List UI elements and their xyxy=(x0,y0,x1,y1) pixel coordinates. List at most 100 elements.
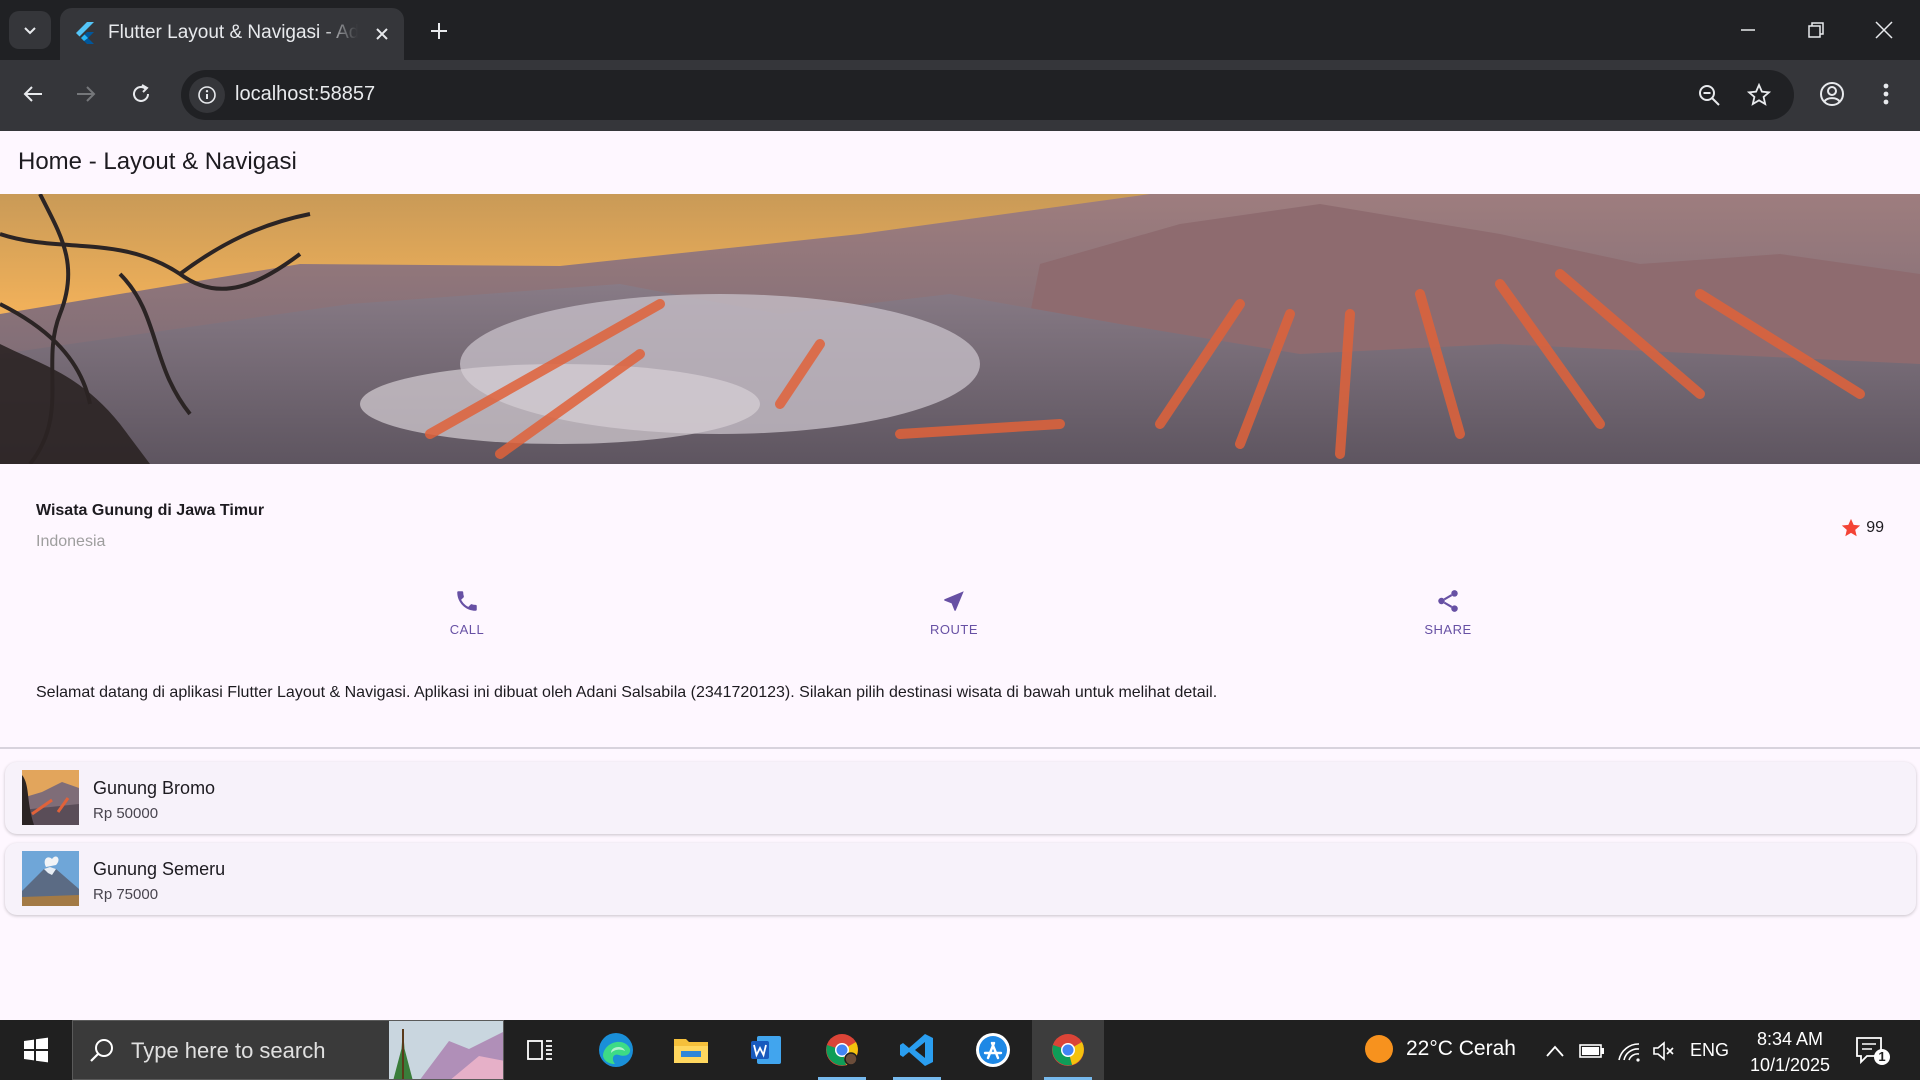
app-bar: Home - Layout & Navigasi xyxy=(0,131,1920,195)
edge-browser-icon xyxy=(599,1033,633,1067)
flutter-logo-icon xyxy=(76,22,94,44)
mountain-thumbnail-image xyxy=(22,770,79,825)
weather-widget[interactable]: 22°C Cerah xyxy=(1364,1034,1516,1064)
rating-count: 99 xyxy=(1866,519,1884,536)
place-title: Wisata Gunung di Jawa Timur xyxy=(36,502,265,519)
folder-icon xyxy=(674,1039,708,1063)
restore-icon xyxy=(1808,22,1824,38)
chevron-down-icon xyxy=(24,27,36,35)
network-button[interactable] xyxy=(1616,1038,1642,1064)
notifications-button[interactable]: 1 xyxy=(1855,1036,1891,1066)
divider xyxy=(0,747,1920,749)
call-button[interactable]: CALL xyxy=(407,588,527,648)
route-label: ROUTE xyxy=(930,622,978,637)
minimize-button[interactable] xyxy=(1721,8,1775,52)
file-explorer-app[interactable] xyxy=(655,1020,727,1080)
volume-button[interactable] xyxy=(1651,1038,1677,1064)
edge-app[interactable] xyxy=(580,1020,652,1080)
show-hidden-icons-button[interactable] xyxy=(1542,1038,1568,1064)
volume-muted-icon xyxy=(1653,1041,1674,1061)
more-vertical-icon xyxy=(1883,83,1889,105)
list-item[interactable]: Gunung Semeru Rp 75000 xyxy=(5,843,1916,915)
list-item[interactable]: Gunung Bromo Rp 50000 xyxy=(5,762,1916,834)
share-icon xyxy=(1438,590,1458,612)
search-icon xyxy=(90,1039,113,1062)
sun-icon xyxy=(1365,1035,1393,1063)
browser-tab[interactable]: Flutter Layout & Navigasi - Adani Salsab… xyxy=(60,8,404,60)
browser-toolbar: localhost:58857 xyxy=(0,60,1920,131)
reload-icon xyxy=(133,84,149,102)
app-store-icon xyxy=(976,1033,1010,1067)
bromo-thumbnail xyxy=(22,770,79,825)
menu-button[interactable] xyxy=(1866,74,1906,114)
battery-icon xyxy=(1579,1044,1604,1058)
search-highlight-image xyxy=(389,1021,503,1079)
weather-text: 22°C Cerah xyxy=(1406,1037,1516,1060)
window-close-button[interactable] xyxy=(1857,8,1911,52)
chrome-profile-app[interactable] xyxy=(806,1020,878,1080)
windows-logo-icon xyxy=(24,1037,48,1063)
chrome-icon xyxy=(826,1034,858,1066)
browser-tabstrip: Flutter Layout & Navigasi - Adani Salsab… xyxy=(0,0,1920,60)
close-icon xyxy=(1875,21,1893,39)
zoom-out-icon xyxy=(1699,85,1720,106)
windows-taskbar: Type here to search 22°C Cerah ENG 8:34 … xyxy=(0,1020,1920,1080)
star-icon xyxy=(1842,518,1861,537)
landscape-image xyxy=(0,194,1920,464)
language-indicator[interactable]: ENG xyxy=(1690,1040,1729,1061)
route-button[interactable]: ROUTE xyxy=(894,588,1014,648)
forward-button[interactable] xyxy=(66,74,106,114)
task-view-icon xyxy=(527,1040,552,1060)
task-view-button[interactable] xyxy=(504,1020,576,1080)
share-label: SHARE xyxy=(1424,622,1472,637)
restore-button[interactable] xyxy=(1789,8,1843,52)
search-placeholder: Type here to search xyxy=(131,1038,326,1063)
back-button[interactable] xyxy=(13,74,53,114)
start-button[interactable] xyxy=(0,1020,72,1080)
info-icon xyxy=(198,86,216,104)
minimize-icon xyxy=(1741,29,1755,31)
chevron-up-icon xyxy=(1546,1045,1564,1057)
profile-button[interactable] xyxy=(1812,74,1852,114)
list-item-price: Rp 50000 xyxy=(93,805,159,822)
plus-icon xyxy=(431,23,447,39)
tab-title: Flutter Layout & Navigasi - Adani Salsab… xyxy=(108,22,358,43)
clock[interactable]: 8:34 AM 10/1/2025 xyxy=(1744,1026,1836,1078)
site-info-button[interactable] xyxy=(189,77,225,113)
new-tab-button[interactable] xyxy=(424,16,454,46)
app-store-app[interactable] xyxy=(957,1020,1029,1080)
phone-icon xyxy=(457,591,477,611)
hero-image-mount-bromo xyxy=(0,194,1920,464)
word-app[interactable] xyxy=(730,1020,802,1080)
place-location: Indonesia xyxy=(36,533,106,550)
mountain-thumbnail-image xyxy=(22,851,79,906)
arrow-left-icon xyxy=(23,86,42,102)
bookmark-button[interactable] xyxy=(1744,80,1774,110)
clock-time: 8:34 AM xyxy=(1756,1029,1824,1049)
address-bar[interactable]: localhost:58857 xyxy=(181,70,1794,120)
title-section: Wisata Gunung di Jawa Timur Indonesia 99 xyxy=(0,464,1920,574)
word-icon xyxy=(751,1036,781,1064)
near-me-icon xyxy=(944,591,964,611)
taskbar-search[interactable]: Type here to search xyxy=(72,1020,504,1080)
zoom-button[interactable] xyxy=(1694,80,1724,110)
clock-date: 10/1/2025 xyxy=(1749,1055,1831,1075)
vscode-icon xyxy=(900,1034,933,1066)
page-title: Home - Layout & Navigasi xyxy=(18,148,297,175)
battery-button[interactable] xyxy=(1579,1038,1605,1064)
list-item-price: Rp 75000 xyxy=(93,886,159,903)
chrome-app[interactable] xyxy=(1032,1020,1104,1080)
share-button[interactable]: SHARE xyxy=(1388,588,1508,648)
rating: 99 xyxy=(1840,517,1884,539)
list-item-title: Gunung Bromo xyxy=(93,778,216,798)
tab-search-button[interactable] xyxy=(9,11,51,49)
account-circle-icon xyxy=(1820,82,1844,106)
tab-close-button[interactable] xyxy=(370,22,394,46)
notification-count: 1 xyxy=(1878,1049,1886,1064)
chrome-icon xyxy=(1052,1034,1084,1066)
semeru-thumbnail xyxy=(22,851,79,906)
reload-button[interactable] xyxy=(121,74,161,114)
list-item-title: Gunung Semeru xyxy=(93,859,226,879)
close-icon xyxy=(376,28,388,40)
vscode-app[interactable] xyxy=(881,1020,953,1080)
